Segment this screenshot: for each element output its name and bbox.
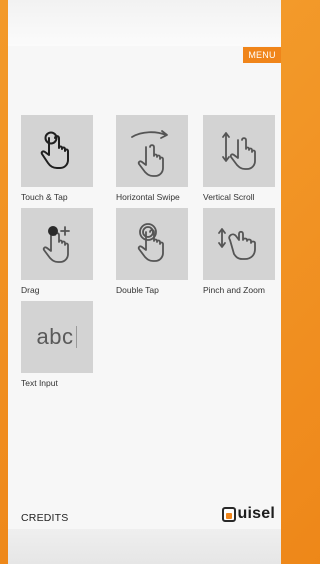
tile-thumb [203, 208, 275, 280]
bottom-bar [8, 529, 281, 564]
tile-label: Pinch and Zoom [203, 285, 265, 295]
text-input-icon: abc [36, 324, 74, 349]
double-tap-icon [137, 223, 164, 262]
tile-label: Touch & Tap [21, 192, 68, 202]
tile-vertical-scroll[interactable]: Vertical Scroll [203, 115, 277, 202]
horizontal-swipe-icon [131, 130, 168, 177]
uisel-logo: uisel [221, 505, 275, 523]
tile-double-tap[interactable]: Double Tap [116, 208, 190, 295]
logo-mark-icon [221, 506, 236, 522]
credits-link[interactable]: CREDITS [21, 512, 69, 524]
tile-label: Drag [21, 285, 40, 295]
menu-button[interactable]: MENU [243, 47, 281, 63]
logo-text: uisel [237, 505, 275, 522]
touch-tap-icon [40, 131, 69, 169]
tile-thumb [116, 115, 188, 187]
tile-label: Vertical Scroll [203, 192, 255, 202]
tile-drag[interactable]: Drag [21, 208, 95, 295]
tile-label: Double Tap [116, 285, 159, 295]
text-caret [76, 326, 78, 348]
tile-thumb [21, 208, 93, 280]
tile-label: Text Input [21, 378, 58, 388]
tile-label: Horizontal Swipe [116, 192, 180, 202]
vertical-scroll-icon [222, 132, 256, 170]
app-panel: MENU Touch & Tap Horizontal Swipe Vertic… [8, 0, 281, 564]
top-bar [8, 0, 281, 46]
tile-thumb [203, 115, 275, 187]
tile-thumb: abc [21, 301, 93, 373]
drag-icon [42, 226, 70, 263]
tile-horizontal-swipe[interactable]: Horizontal Swipe [116, 115, 190, 202]
pinch-zoom-icon [218, 228, 256, 260]
tile-text-input[interactable]: abc Text Input [21, 301, 95, 388]
tile-thumb [21, 115, 93, 187]
tile-touch-tap[interactable]: Touch & Tap [21, 115, 95, 202]
tile-thumb [116, 208, 188, 280]
tile-pinch-zoom[interactable]: Pinch and Zoom [203, 208, 277, 295]
